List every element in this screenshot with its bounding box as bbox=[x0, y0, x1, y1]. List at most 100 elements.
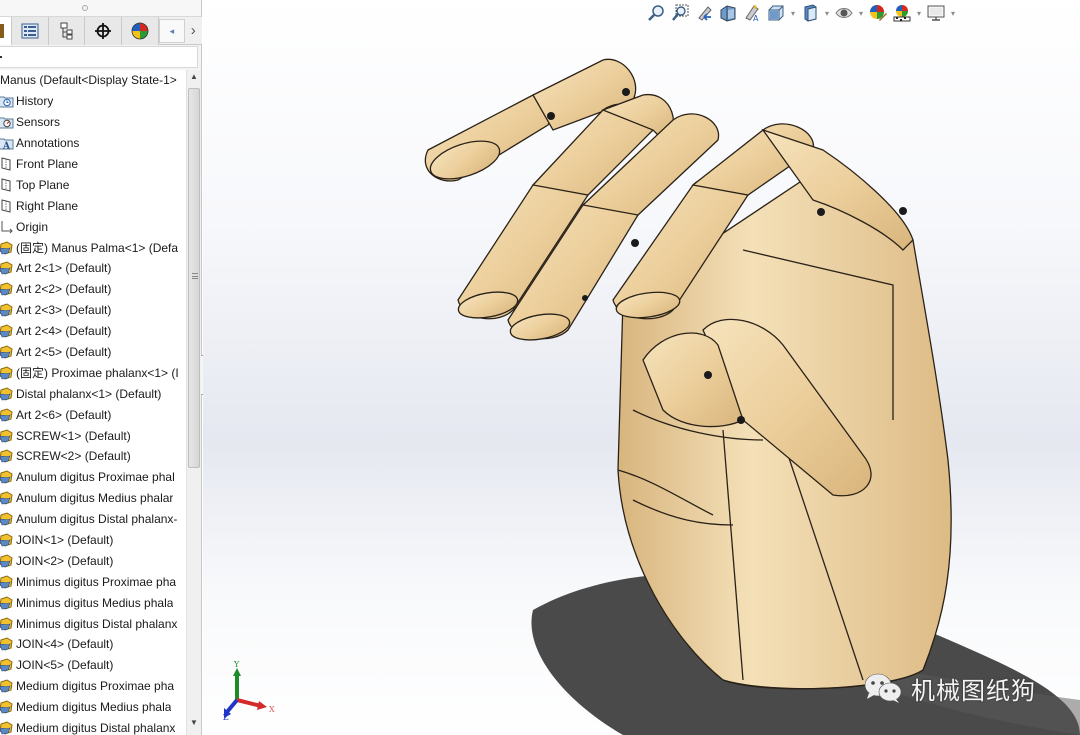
tree-item[interactable]: Medium digitus Proximae pha bbox=[0, 676, 186, 697]
tree-item-label: Art 2<6> (Default) bbox=[16, 407, 112, 422]
watermark-text: 机械图纸狗 bbox=[911, 676, 1036, 705]
tree-item[interactable]: Front Plane bbox=[0, 154, 186, 175]
hide-show-items-dropdown[interactable]: ▾ bbox=[856, 2, 866, 24]
tree-item[interactable]: Art 2<5> (Default) bbox=[0, 342, 186, 363]
part-icon bbox=[0, 511, 15, 527]
feature-manager-tabs: ◂ › bbox=[0, 17, 202, 45]
tree-item[interactable]: (固定) Manus Palma<1> (Defa bbox=[0, 237, 186, 258]
hide-show-items-button[interactable] bbox=[832, 2, 856, 24]
display-style-button[interactable] bbox=[798, 2, 822, 24]
tree-item[interactable]: Art 2<4> (Default) bbox=[0, 321, 186, 342]
tree-item[interactable]: SCREW<1> (Default) bbox=[0, 425, 186, 446]
tree-item[interactable]: Minimus digitus Distal phalanx bbox=[0, 613, 186, 634]
tab-feature-tree[interactable] bbox=[0, 17, 12, 45]
display-style-dropdown[interactable]: ▾ bbox=[822, 2, 832, 24]
part-icon bbox=[0, 490, 15, 506]
tree-item-label: Sensors bbox=[16, 115, 61, 130]
dynamic-annotation-views-button[interactable]: A bbox=[740, 2, 764, 24]
tree-item-label: JOIN<1> (Default) bbox=[16, 533, 114, 548]
tab-scroll-left-button[interactable]: ◂ bbox=[159, 19, 185, 43]
tree-item[interactable]: Art 2<6> (Default) bbox=[0, 404, 186, 425]
section-view-button[interactable] bbox=[716, 2, 740, 24]
thumb-grip-icon bbox=[192, 273, 198, 279]
tree-item[interactable]: Medium digitus Distal phalanx bbox=[0, 718, 186, 735]
tab-scroll-right-button[interactable]: › bbox=[185, 17, 202, 44]
tab-display-manager[interactable] bbox=[122, 17, 160, 45]
tree-item[interactable]: Distal phalanx<1> (Default) bbox=[0, 383, 186, 404]
previous-view-button[interactable] bbox=[692, 2, 716, 24]
tree-item[interactable]: A Annotations bbox=[0, 133, 186, 154]
tree-item-label: Art 2<3> (Default) bbox=[16, 303, 112, 318]
dropdown-arrow-icon: ▾ bbox=[790, 8, 795, 18]
display-style-icon bbox=[804, 4, 817, 22]
view-settings-button[interactable] bbox=[924, 2, 948, 24]
tree-item[interactable]: JOIN<2> (Default) bbox=[0, 550, 186, 571]
tree-item[interactable]: Art 2<2> (Default) bbox=[0, 279, 186, 300]
solidworks-window: ◂ › Manus (Default<Display State-1> Hist… bbox=[0, 0, 1080, 735]
tab-configuration-manager[interactable] bbox=[48, 17, 86, 45]
sensors-folder-icon bbox=[0, 114, 15, 130]
tree-filter-input[interactable] bbox=[0, 46, 198, 68]
view-orientation-dropdown[interactable]: ▾ bbox=[788, 2, 798, 24]
tree-item-label: Medium digitus Distal phalanx bbox=[16, 721, 176, 735]
tab-property-manager[interactable] bbox=[11, 17, 49, 45]
tree-root-assembly[interactable]: Manus (Default<Display State-1> bbox=[0, 70, 186, 91]
part-icon bbox=[0, 657, 15, 673]
scroll-up-arrow-icon[interactable]: ▲ bbox=[190, 72, 198, 81]
wooden-hand-model[interactable] bbox=[203, 0, 1080, 735]
section-view-icon bbox=[720, 5, 736, 22]
scrollbar-thumb[interactable] bbox=[188, 88, 200, 468]
tree-item[interactable]: History bbox=[0, 91, 186, 112]
zoom-to-fit-button[interactable] bbox=[644, 2, 668, 24]
tree-item[interactable]: Art 2<1> (Default) bbox=[0, 258, 186, 279]
tree-item[interactable]: Anulum digitus Distal phalanx- bbox=[0, 509, 186, 530]
view-settings-dropdown[interactable]: ▾ bbox=[948, 2, 958, 24]
grip-dot bbox=[82, 5, 88, 11]
view-orientation-button[interactable] bbox=[764, 2, 788, 24]
tree-item[interactable]: (固定) Proximae phalanx<1> (I bbox=[0, 362, 186, 383]
tree-item-label: (固定) Manus Palma<1> (Defa bbox=[16, 241, 179, 256]
tree-item[interactable]: Sensors bbox=[0, 112, 186, 133]
property-manager-icon bbox=[21, 23, 39, 39]
plane-icon bbox=[0, 177, 15, 193]
tree-item[interactable]: Top Plane bbox=[0, 174, 186, 195]
tab-dimxpert-manager[interactable] bbox=[85, 17, 123, 45]
x-axis-arrow bbox=[236, 698, 267, 710]
tree-item[interactable]: Anulum digitus Medius phalar bbox=[0, 488, 186, 509]
panel-grip[interactable] bbox=[0, 0, 201, 17]
feature-manager-panel: ◂ › Manus (Default<Display State-1> Hist… bbox=[0, 0, 202, 735]
scroll-down-arrow-icon[interactable]: ▼ bbox=[190, 718, 198, 727]
tree-item[interactable]: JOIN<1> (Default) bbox=[0, 530, 186, 551]
plane-icon bbox=[0, 156, 15, 172]
tree-item[interactable]: Art 2<3> (Default) bbox=[0, 300, 186, 321]
tree-item[interactable]: Origin bbox=[0, 216, 186, 237]
graphics-area[interactable]: A ▾ ▾ ▾ ▾ ▾ Y X Z 机械图纸狗 bbox=[203, 0, 1080, 735]
tree-scrollbar[interactable]: ▲ ▼ bbox=[186, 70, 201, 735]
chevron-right-icon: › bbox=[190, 22, 196, 39]
z-axis-label: Z bbox=[223, 713, 229, 720]
tree-item-label: History bbox=[16, 94, 54, 109]
apply-scene-button[interactable] bbox=[890, 2, 914, 24]
svg-text:A: A bbox=[753, 14, 759, 22]
part-icon bbox=[0, 699, 15, 715]
dynamic-annotation-icon: A bbox=[745, 5, 759, 22]
zoom-to-area-button[interactable] bbox=[668, 2, 692, 24]
part-icon bbox=[0, 365, 15, 381]
tree-item-label: Anulum digitus Proximae phal bbox=[16, 470, 175, 485]
tree-item-label: Minimus digitus Distal phalanx bbox=[16, 616, 178, 631]
tree-item[interactable]: Anulum digitus Proximae phal bbox=[0, 467, 186, 488]
tree-item[interactable]: Right Plane bbox=[0, 195, 186, 216]
tree-item[interactable]: Minimus digitus Proximae pha bbox=[0, 571, 186, 592]
reference-triad: Y X Z bbox=[223, 660, 275, 720]
tree-item[interactable]: Medium digitus Medius phala bbox=[0, 697, 186, 718]
tree-item[interactable]: JOIN<5> (Default) bbox=[0, 655, 186, 676]
tree-item[interactable]: SCREW<2> (Default) bbox=[0, 446, 186, 467]
tree-item-label: Anulum digitus Distal phalanx- bbox=[16, 512, 178, 527]
tree-item[interactable]: Minimus digitus Medius phala bbox=[0, 592, 186, 613]
part-icon bbox=[0, 469, 15, 485]
tree-item[interactable]: JOIN<4> (Default) bbox=[0, 634, 186, 655]
apply-scene-dropdown[interactable]: ▾ bbox=[914, 2, 924, 24]
scroll-left-icon: ◂ bbox=[169, 25, 175, 36]
edit-appearance-button[interactable] bbox=[866, 2, 890, 24]
tree-item-label: Art 2<1> (Default) bbox=[16, 261, 112, 276]
